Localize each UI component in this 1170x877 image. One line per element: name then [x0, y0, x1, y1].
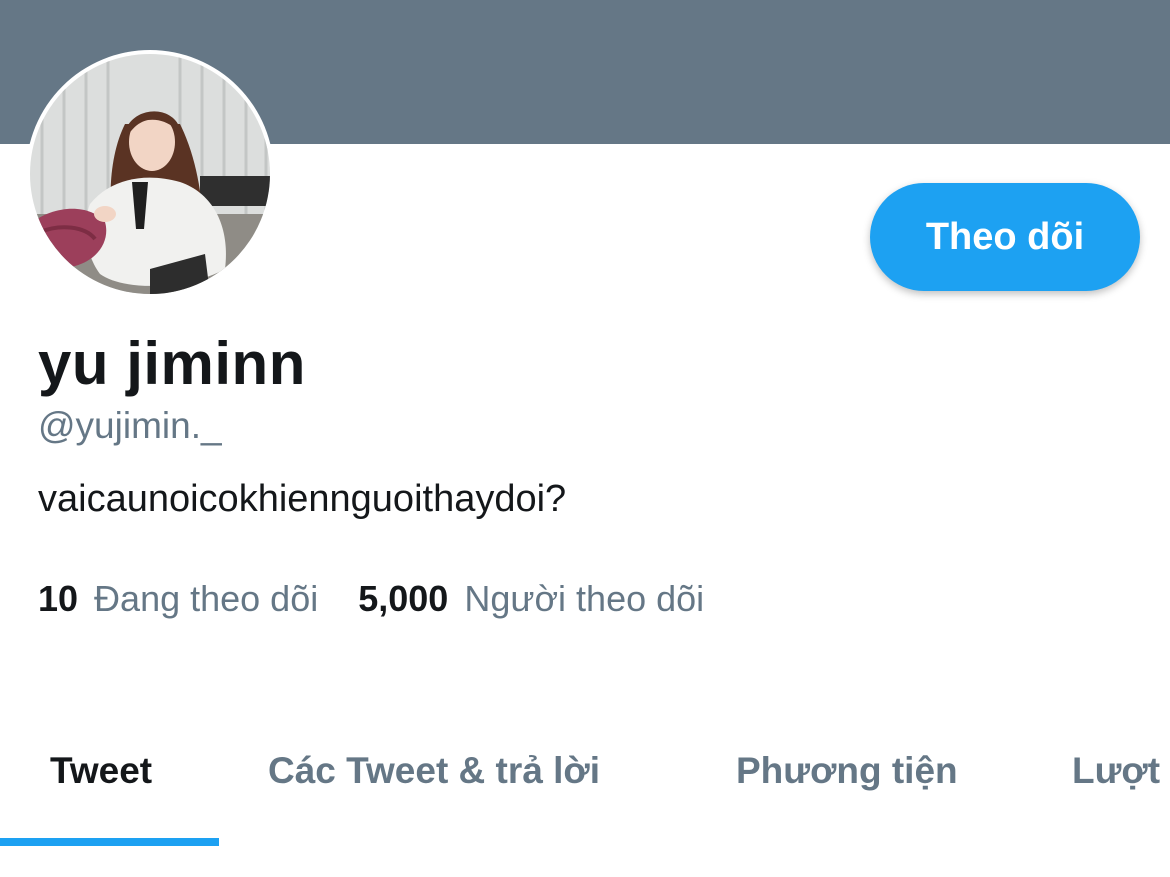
avatar[interactable] [30, 54, 270, 294]
following-label: Đang theo dõi [94, 578, 319, 619]
followers-label: Người theo dõi [464, 578, 705, 619]
active-tab-indicator [0, 838, 219, 846]
tab-tweets-and-replies[interactable]: Các Tweet & trả lời [268, 730, 600, 846]
avatar-border [26, 50, 274, 298]
followers-count: 5,000 [358, 578, 449, 619]
followers-stat[interactable]: 5,000 Người theo dõi [358, 578, 704, 620]
tab-likes[interactable]: Lượt [1072, 730, 1160, 846]
profile-bio: vaicaunoicokhiennguoithaydoi? [38, 478, 567, 520]
avatar-photo [30, 54, 270, 294]
profile-stats: 10 Đang theo dõi 5,000 Người theo dõi [38, 576, 704, 622]
follow-button[interactable]: Theo dõi [870, 183, 1140, 291]
tab-media[interactable]: Phương tiện [736, 730, 958, 846]
following-count: 10 [38, 578, 79, 619]
display-name: yu jiminn [38, 330, 306, 397]
tab-tweets[interactable]: Tweet [50, 730, 152, 846]
profile-tabs: Tweet Các Tweet & trả lời Phương tiện Lư… [0, 730, 1170, 846]
following-stat[interactable]: 10 Đang theo dõi [38, 578, 318, 620]
username-handle: @yujimin._ [38, 405, 222, 446]
